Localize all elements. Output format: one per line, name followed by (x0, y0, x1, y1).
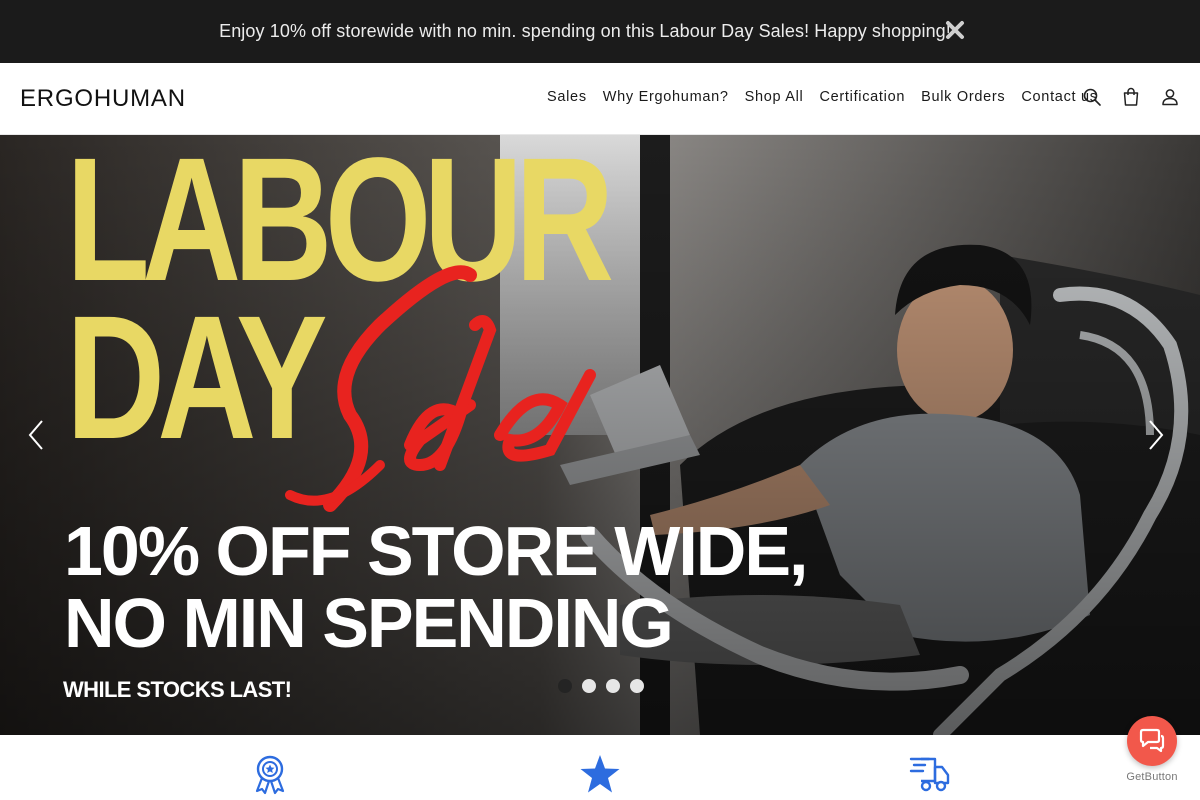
close-icon[interactable] (944, 19, 966, 41)
search-icon[interactable] (1082, 87, 1102, 107)
slider-dots (558, 679, 644, 693)
account-icon[interactable] (1160, 87, 1180, 107)
cart-icon[interactable] (1121, 87, 1141, 107)
slider-dot-2[interactable] (582, 679, 596, 693)
star-icon (580, 755, 620, 793)
main-nav: Sales Why Ergohuman? Shop All Certificat… (547, 89, 1098, 105)
delivery-truck-icon (909, 757, 950, 792)
announcement-bar: Enjoy 10% off storewide with no min. spe… (0, 0, 1200, 63)
chat-widget-button[interactable] (1127, 716, 1177, 766)
nav-item-sales[interactable]: Sales (547, 89, 587, 105)
nav-item-bulk-orders[interactable]: Bulk Orders (921, 89, 1005, 105)
slider-dot-4[interactable] (630, 679, 644, 693)
announcement-text: Enjoy 10% off storewide with no min. spe… (219, 21, 951, 41)
award-ribbon-icon (255, 755, 285, 795)
nav-item-shop-all[interactable]: Shop All (745, 89, 804, 105)
hero-headline-2: NO MIN SPENDING (64, 584, 674, 662)
hero-banner[interactable]: LABOUR DAY 10% OFF STORE WIDE, NO MIN SP… (0, 135, 1200, 735)
site-header: ERGOHUMAN Sales Why Ergohuman? Shop All … (0, 63, 1200, 135)
hero-headline-1: 10% OFF STORE WIDE, (64, 512, 808, 590)
hero-tagline: WHILE STOCKS LAST! (63, 677, 292, 702)
slider-next-arrow-icon[interactable] (1140, 417, 1170, 453)
slider-dot-3[interactable] (606, 679, 620, 693)
hero-sale-script (285, 265, 596, 512)
site-logo[interactable]: ERGOHUMAN (20, 85, 186, 113)
nav-item-certification[interactable]: Certification (819, 89, 905, 105)
chat-widget-brand[interactable]: GetButton (1112, 771, 1192, 783)
nav-item-why-ergohuman[interactable]: Why Ergohuman? (603, 89, 729, 105)
slider-prev-arrow-icon[interactable] (22, 417, 52, 453)
slider-dot-1[interactable] (558, 679, 572, 693)
feature-icons-row (0, 735, 1200, 800)
chat-bubbles-icon (1139, 728, 1165, 753)
